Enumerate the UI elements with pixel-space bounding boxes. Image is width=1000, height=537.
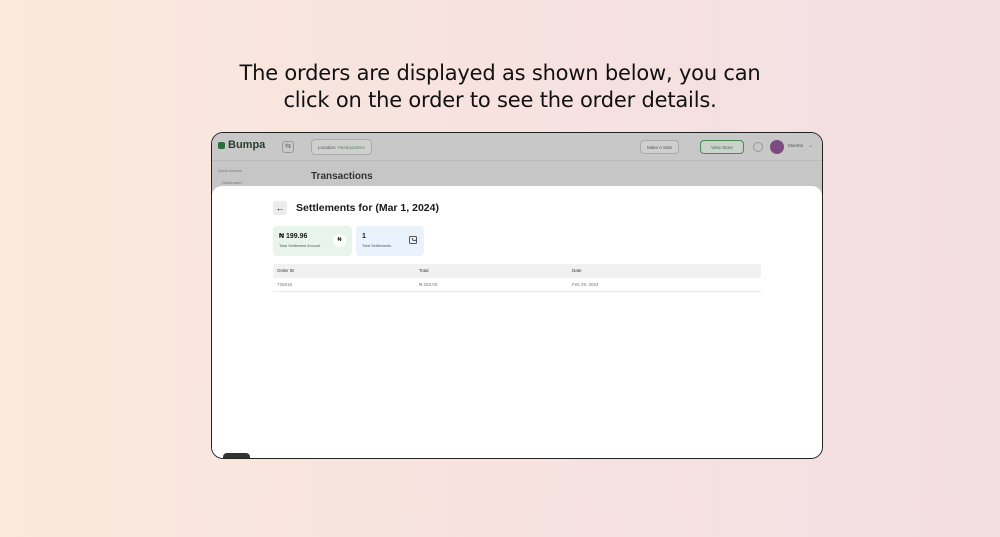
header-date: Date bbox=[572, 268, 582, 273]
settlements-table: Order ID Total Date 725619 ₦ 203.00 Feb … bbox=[273, 264, 761, 292]
app-screenshot-frame: Bumpa ⇆ Location: Headquarters Make A Sa… bbox=[211, 132, 823, 459]
location-selector[interactable]: Location: Headquarters bbox=[311, 139, 372, 155]
chevron-down-icon[interactable]: ⌄ bbox=[808, 142, 813, 149]
total-count-card: 1 Total Settlements bbox=[356, 226, 424, 256]
view-store-button[interactable]: View Store bbox=[700, 140, 744, 154]
total-count-value: 1 bbox=[362, 233, 366, 240]
help-icon[interactable] bbox=[753, 142, 763, 152]
naira-icon: ₦ bbox=[333, 234, 346, 247]
user-name[interactable]: Moretto bbox=[788, 143, 803, 148]
avatar[interactable] bbox=[770, 140, 784, 154]
make-sale-button[interactable]: Make A Sale bbox=[640, 140, 680, 154]
location-label: Location: bbox=[318, 145, 337, 150]
brand-logo[interactable]: Bumpa bbox=[218, 139, 265, 151]
cell-total: ₦ 203.00 bbox=[419, 282, 438, 287]
caption-line-1: The orders are displayed as shown below,… bbox=[239, 61, 761, 85]
cell-order-id: 725619 bbox=[277, 282, 293, 287]
back-button[interactable]: ← bbox=[273, 201, 287, 215]
menu-icon[interactable]: ⇆ bbox=[282, 141, 294, 153]
shopping-bag-icon bbox=[409, 236, 417, 244]
header-order-id: Order ID bbox=[277, 268, 295, 273]
table-header: Order ID Total Date bbox=[273, 264, 761, 278]
location-value: Headquarters bbox=[337, 145, 365, 150]
total-amount-label: Total Settlement Amount bbox=[279, 244, 321, 248]
brand-name: Bumpa bbox=[228, 139, 266, 151]
settlements-modal: ← Settlements for (Mar 1, 2024) ₦ 199.96… bbox=[212, 186, 822, 458]
arrow-left-icon: ← bbox=[275, 203, 285, 213]
header-total: Total bbox=[419, 268, 429, 273]
page-title: Transactions bbox=[311, 171, 373, 182]
caption: The orders are displayed as shown below,… bbox=[0, 60, 1000, 114]
cell-date: Feb 29, 2024 bbox=[572, 282, 599, 287]
table-row[interactable]: 725619 ₦ 203.00 Feb 29, 2024 bbox=[273, 278, 761, 292]
top-bar: Bumpa ⇆ Location: Headquarters Make A Sa… bbox=[212, 133, 822, 161]
brand-icon bbox=[218, 141, 225, 149]
caption-line-2: click on the order to see the order deta… bbox=[283, 88, 717, 112]
corner-tab bbox=[223, 453, 250, 458]
total-amount-card: ₦ 199.96 Total Settlement Amount ₦ bbox=[273, 226, 352, 256]
modal-title: Settlements for (Mar 1, 2024) bbox=[296, 202, 439, 214]
sidebar-section-label: Quick Access bbox=[218, 168, 243, 173]
total-count-label: Total Settlements bbox=[362, 244, 392, 248]
total-amount-value: ₦ 199.96 bbox=[279, 233, 308, 240]
sidebar-item-dashboard[interactable]: Dashboard bbox=[222, 180, 242, 185]
